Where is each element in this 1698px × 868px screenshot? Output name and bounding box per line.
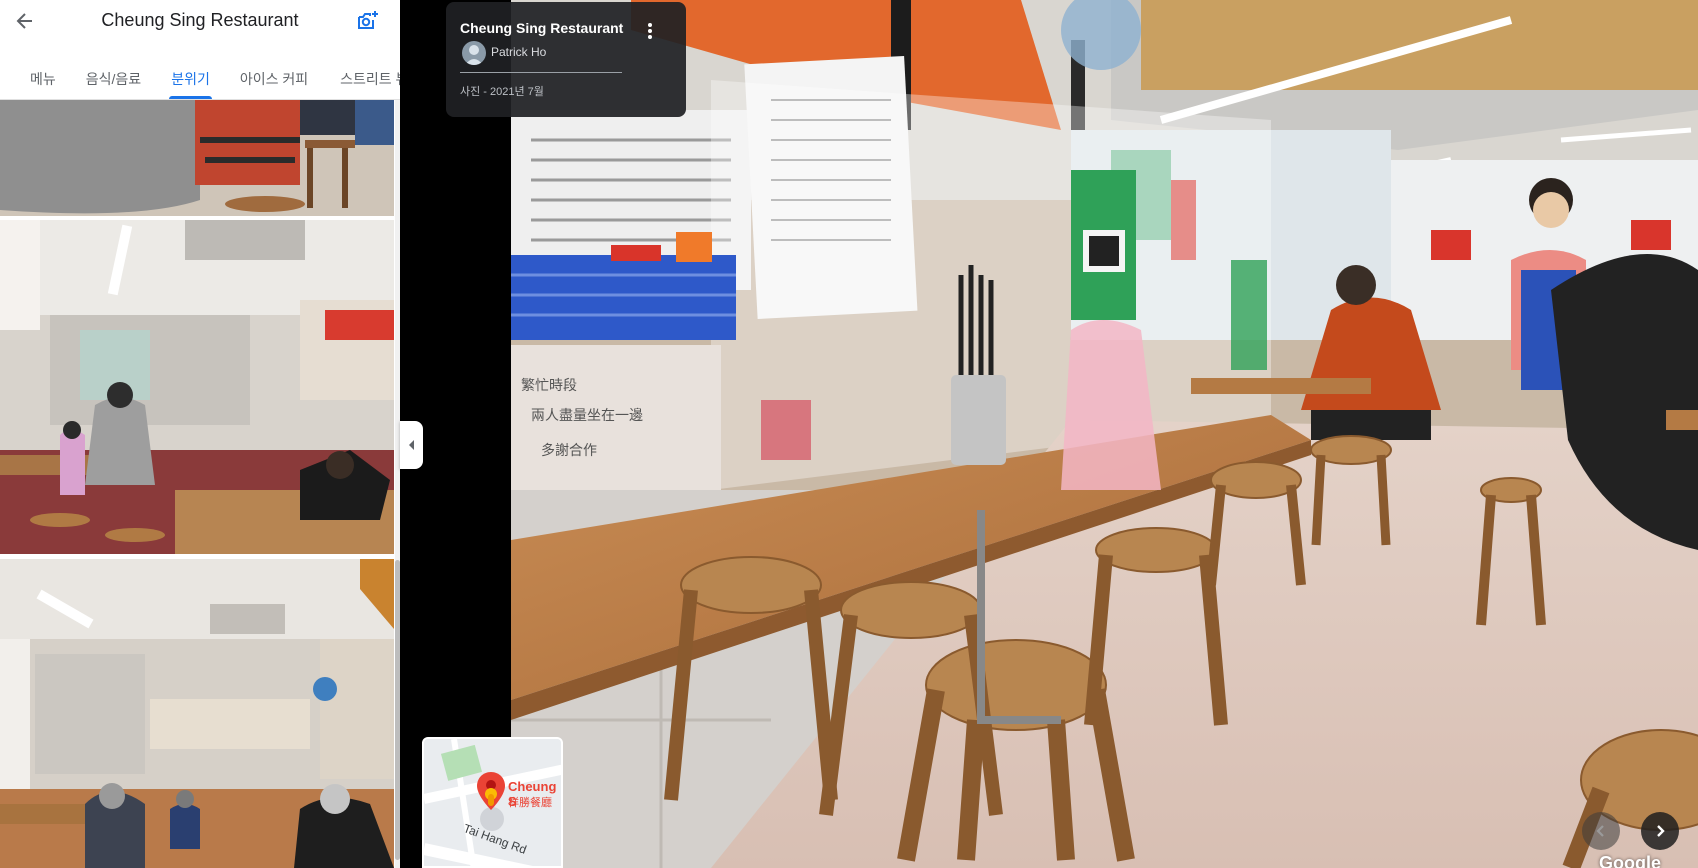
user-avatar-icon [465,45,483,65]
photo-info-card: Cheung Sing Restaurant Patrick Ho 사진 - 2… [446,2,686,117]
info-card-title: Cheung Sing Restaurant [460,20,624,36]
add-photo-icon [358,11,378,29]
svg-text:繁忙時段: 繁忙時段 [521,378,577,394]
street-view-scene: 繁忙時段 兩人盡量坐在一邊 多謝合作 [511,0,1698,868]
back-button[interactable] [12,8,38,34]
chevron-right-icon [1657,825,1665,837]
next-photo-button[interactable] [1641,812,1679,850]
gallery-photo[interactable] [0,220,394,554]
photo-image [0,559,394,868]
gallery-photo[interactable] [0,559,394,868]
gallery-photo[interactable] [0,100,394,216]
tab-vibe[interactable]: 분위기 [169,58,212,99]
chevron-left-icon [1596,825,1604,837]
tab-street-view[interactable]: 스트리트 뷰 [340,58,400,99]
app: Cheung Sing Restaurant 메뉴 음식/음료 분위기 아이스 … [0,0,1698,868]
minimap[interactable]: Cheung S 祥勝餐廳 Tai Hang Rd [422,737,563,868]
photo-gallery [0,100,394,868]
photo-image [0,100,394,216]
arrow-left-icon [16,13,32,29]
chevron-left-icon [408,440,414,450]
tab-food-drink[interactable]: 음식/음료 [86,58,141,99]
svg-text:多謝合作: 多謝合作 [541,442,597,459]
street-view-image[interactable]: 繁忙時段 兩人盡量坐在一邊 多謝合作 [511,0,1698,868]
avatar[interactable] [462,41,486,65]
more-vert-icon [648,23,652,39]
divider [460,72,622,73]
category-tabs: 메뉴 음식/음료 분위기 아이스 커피 스트리트 뷰 [0,58,400,100]
author-name[interactable]: Patrick Ho [491,45,546,59]
previous-photo-button[interactable] [1582,812,1620,850]
tab-menu[interactable]: 메뉴 [30,58,56,99]
gallery-scrollbar[interactable] [395,100,400,868]
page-title: Cheung Sing Restaurant [101,10,299,30]
map-place-label-zh: 祥勝餐廳 [508,797,552,809]
more-options-button[interactable] [640,20,660,42]
photo-image [0,220,394,554]
add-photo-button[interactable] [354,7,382,35]
svg-text:兩人盡量坐在一邊: 兩人盡量坐在一邊 [531,408,643,424]
photo-panel: Cheung Sing Restaurant 메뉴 음식/음료 분위기 아이스 … [0,0,400,868]
panel-header: Cheung Sing Restaurant [0,0,400,42]
collapse-panel-button[interactable] [400,421,423,469]
photo-date: 사진 - 2021년 7월 [460,86,544,98]
scrollbar-thumb[interactable] [395,560,400,860]
location-pin-icon [477,772,505,810]
tab-iced-coffee[interactable]: 아이스 커피 [240,58,308,99]
